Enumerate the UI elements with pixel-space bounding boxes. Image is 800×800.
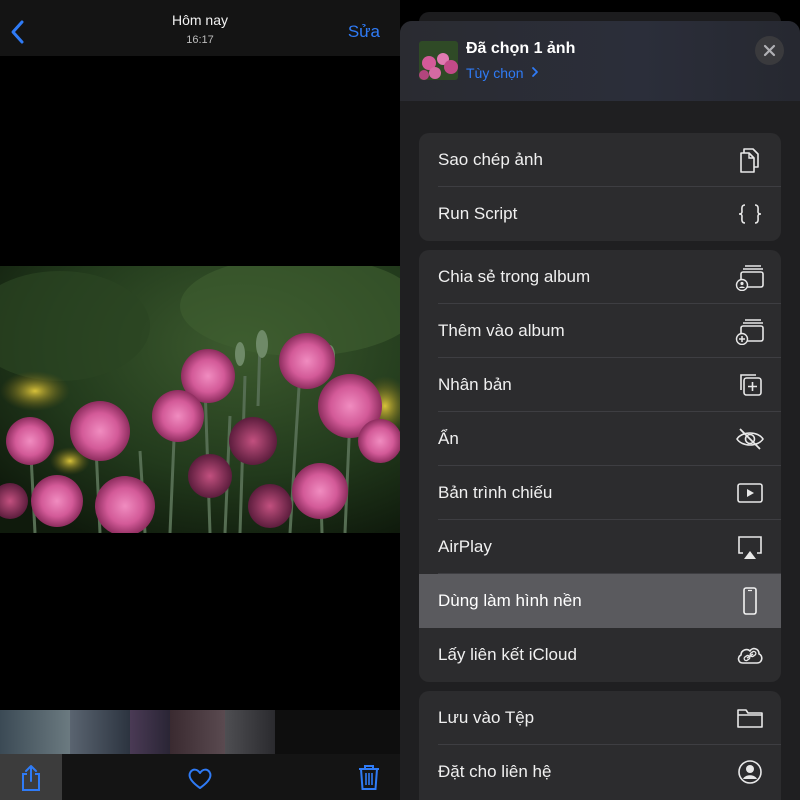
action-save-to-files[interactable]: Lưu vào Tệp (419, 691, 781, 745)
delete-button[interactable] (355, 762, 383, 792)
photo[interactable] (0, 266, 400, 533)
action-label: Bản trình chiếu (438, 483, 553, 502)
action-group-2: Chia sẻ trong album Thêm vào album Nhân … (419, 250, 781, 682)
carnation-flowers-image (0, 266, 400, 533)
close-button[interactable] (755, 36, 784, 65)
action-label: Ẩn (438, 429, 459, 448)
folder-icon (737, 709, 763, 728)
shared-album-icon (735, 265, 764, 291)
heart-icon (188, 768, 212, 789)
action-group-3: Lưu vào Tệp Đặt cho liên hệ (419, 691, 781, 800)
braces-icon (738, 204, 762, 224)
action-copy-photo[interactable]: Sao chép ảnh (419, 133, 781, 187)
share-sheet-header: Đã chọn 1 ảnh Tùy chọn (400, 21, 800, 101)
action-label: Lấy liên kết iCloud (438, 645, 577, 664)
edit-button[interactable]: Sửa (348, 22, 380, 42)
options-link[interactable]: Tùy chọn (466, 65, 540, 81)
favorite-button[interactable] (186, 764, 214, 792)
photo-viewer: Hôm nay 16:17 Sửa (0, 0, 400, 800)
action-icloud-link[interactable]: Lấy liên kết iCloud (419, 628, 781, 682)
action-assign-to-contact[interactable]: Đặt cho liên hệ (419, 745, 781, 799)
action-label: Nhân bản (438, 375, 512, 394)
thumbnail[interactable] (70, 710, 130, 754)
thumbnail[interactable] (225, 710, 275, 754)
eye-slash-icon (736, 428, 764, 450)
viewer-title: Hôm nay (171, 12, 229, 28)
action-duplicate[interactable]: Nhân bản (419, 358, 781, 412)
action-add-to-album[interactable]: Thêm vào album (419, 304, 781, 358)
thumbnail[interactable] (0, 710, 70, 754)
action-label: Thêm vào album (438, 321, 565, 340)
play-rectangle-icon (737, 483, 763, 503)
action-label: Run Script (438, 204, 518, 223)
duplicate-icon (740, 374, 762, 396)
close-icon (763, 44, 776, 57)
copy-icon (740, 148, 759, 173)
person-circle-icon (738, 760, 762, 784)
action-label: Dùng làm hình nền (438, 591, 582, 610)
selected-photo-thumbnail (419, 41, 458, 80)
sheet-title: Đã chọn 1 ảnh (466, 40, 576, 57)
share-icon (22, 765, 40, 791)
share-button[interactable] (0, 754, 62, 800)
viewer-toolbar (0, 754, 400, 800)
action-label: Đặt cho liên hệ (438, 762, 552, 781)
action-label: AirPlay (438, 537, 492, 556)
thumbnail[interactable] (130, 710, 170, 754)
action-airplay[interactable]: AirPlay (419, 520, 781, 574)
options-label: Tùy chọn (466, 65, 524, 81)
action-slideshow[interactable]: Bản trình chiếu (419, 466, 781, 520)
add-album-icon (735, 319, 764, 345)
action-label: Sao chép ảnh (438, 150, 543, 169)
thumbnail[interactable] (170, 710, 225, 754)
airplay-icon (738, 536, 762, 559)
viewer-header: Hôm nay 16:17 Sửa (0, 0, 400, 56)
action-label: Chia sẻ trong album (438, 267, 591, 286)
action-hide[interactable]: Ẩn (419, 412, 781, 466)
action-group-1: Sao chép ảnh Run Script (419, 133, 781, 241)
iphone-icon (743, 587, 757, 615)
chevron-right-icon (532, 67, 539, 77)
action-shared-album[interactable]: Chia sẻ trong album (419, 250, 781, 304)
thumbnail-strip[interactable] (0, 710, 400, 754)
share-sheet: Đã chọn 1 ảnh Tùy chọn Sao chép ảnh Run … (400, 21, 800, 800)
action-run-script[interactable]: Run Script (419, 187, 781, 241)
action-label: Lưu vào Tệp (438, 708, 535, 727)
viewer-time: 16:17 (186, 34, 214, 46)
trash-icon (359, 765, 379, 790)
action-use-as-wallpaper[interactable]: Dùng làm hình nền (419, 574, 781, 628)
icloud-link-icon (737, 647, 763, 664)
